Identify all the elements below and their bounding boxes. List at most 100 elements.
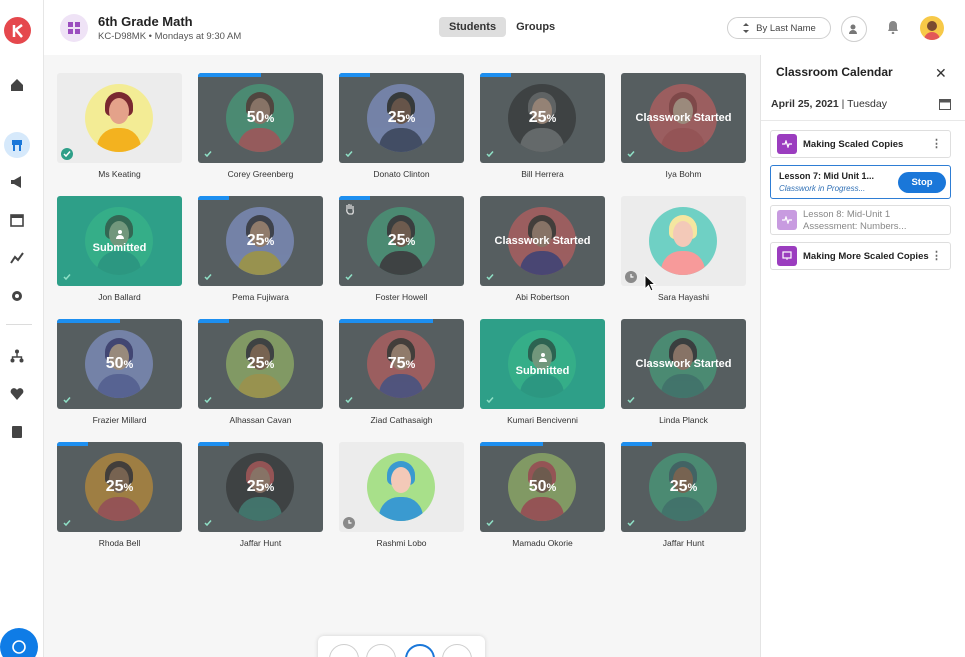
student-card[interactable]: Sara Hayashi (621, 196, 746, 302)
people-button[interactable] (442, 644, 472, 657)
student-card[interactable]: Classwork Started Abi Robertson (480, 196, 605, 302)
student-tile[interactable]: 25% (198, 319, 323, 409)
student-card[interactable]: 75% Ziad Cathasaigh (339, 319, 464, 425)
home-icon[interactable] (7, 75, 27, 95)
progress-value: 50 (105, 355, 124, 372)
student-name: Donato Clinton (373, 169, 430, 179)
megaphone-icon[interactable] (7, 172, 27, 192)
student-name: Rhoda Bell (98, 538, 141, 548)
student-card[interactable]: 50% Corey Greenberg (198, 73, 323, 179)
close-icon[interactable]: ✕ (935, 65, 947, 82)
hand-button[interactable] (366, 644, 396, 657)
heart-icon[interactable] (7, 384, 27, 404)
screen-button[interactable] (405, 644, 435, 657)
more-icon[interactable]: ⋮ (931, 249, 942, 262)
student-card[interactable]: 25% Bill Herrera (480, 73, 605, 179)
student-card[interactable]: 50% Mamadu Okorie (480, 442, 605, 548)
calendar-item[interactable]: Making Scaled Copies ⋮ (770, 130, 951, 158)
student-tile[interactable]: Submitted (480, 319, 605, 409)
student-tile[interactable]: Classwork Started (480, 196, 605, 286)
network-icon[interactable] (7, 346, 27, 366)
progress-overlay: 25% (528, 109, 557, 126)
student-tile[interactable]: Classwork Started (621, 73, 746, 163)
student-card[interactable]: Rashmi Lobo (339, 442, 464, 548)
sort-button[interactable]: By Last Name (727, 17, 831, 39)
panel-divider (761, 120, 965, 121)
student-card[interactable]: Submitted Jon Ballard (57, 196, 182, 302)
student-tile[interactable]: 25% (198, 196, 323, 286)
student-card[interactable]: Classwork Started Linda Planck (621, 319, 746, 425)
view-toggle: Students Groups (439, 17, 565, 37)
student-name: Jaffar Hunt (239, 538, 282, 548)
calendar-icon[interactable] (939, 97, 951, 115)
student-card[interactable]: 25% Pema Fujiwara (198, 196, 323, 302)
submitted-icon (538, 352, 547, 362)
tab-students[interactable]: Students (439, 17, 507, 37)
student-card[interactable]: Ms Keating (57, 73, 182, 179)
student-tile[interactable]: 50% (198, 73, 323, 163)
student-card[interactable]: 25% Alhassan Cavan (198, 319, 323, 425)
student-tile[interactable]: 25% (480, 73, 605, 163)
bottom-toolbar (318, 636, 485, 657)
progress-overlay: 25% (669, 478, 698, 495)
check-icon (61, 271, 73, 283)
student-card[interactable]: 25% Jaffar Hunt (621, 442, 746, 548)
tab-groups[interactable]: Groups (506, 17, 565, 37)
student-card[interactable]: 25% Donato Clinton (339, 73, 464, 179)
calendar-icon[interactable] (7, 210, 27, 230)
trend-icon[interactable] (7, 248, 27, 268)
app-logo[interactable] (4, 17, 31, 44)
student-name: Rashmi Lobo (376, 538, 427, 548)
book-icon[interactable] (7, 422, 27, 442)
student-tile[interactable]: 25% (339, 73, 464, 163)
student-name: Ziad Cathasaigh (370, 415, 433, 425)
stop-button[interactable]: Stop (898, 172, 946, 193)
check-icon (484, 517, 496, 529)
student-tile[interactable] (57, 73, 182, 163)
avatar[interactable] (920, 16, 944, 40)
check-icon (343, 148, 355, 160)
student-name: Alhassan Cavan (229, 415, 292, 425)
calendar-item[interactable]: Making More Scaled Copies ⋮ (770, 242, 951, 270)
presentation-icon (777, 246, 797, 266)
add-student-button[interactable] (841, 16, 867, 42)
gear-icon[interactable] (7, 286, 27, 306)
student-tile[interactable]: 50% (57, 319, 182, 409)
student-tile[interactable]: 50% (480, 442, 605, 532)
student-tile[interactable]: 25% (57, 442, 182, 532)
chat-button[interactable] (0, 628, 38, 657)
student-tile[interactable]: Submitted (57, 196, 182, 286)
progress-overlay: 25% (246, 232, 275, 249)
header: 6th Grade Math KC-D98MK • Mondays at 9:3… (44, 0, 965, 55)
student-avatar (649, 207, 717, 275)
calendar-item[interactable]: Lesson 8: Mid-Unit 1 Assessment: Numbers… (770, 205, 951, 235)
student-tile[interactable]: Classwork Started (621, 319, 746, 409)
active-lesson-item[interactable]: Lesson 7: Mid Unit 1... Classwork in Pro… (770, 165, 951, 199)
student-tile[interactable]: 25% (339, 196, 464, 286)
student-card[interactable]: Classwork Started Iya Bohm (621, 73, 746, 179)
student-card[interactable]: 25% Jaffar Hunt (198, 442, 323, 548)
student-card[interactable]: 50% Frazier Millard (57, 319, 182, 425)
student-card[interactable]: Submitted Kumari Bencivenni (480, 319, 605, 425)
mouse-cursor-icon (644, 273, 657, 297)
more-icon[interactable]: ⋮ (931, 137, 942, 150)
student-tile[interactable]: 25% (198, 442, 323, 532)
student-name: Foster Howell (375, 292, 428, 302)
bell-icon[interactable] (887, 20, 899, 39)
class-title: 6th Grade Math (98, 14, 193, 29)
student-tile[interactable]: 75% (339, 319, 464, 409)
progress-value: 25 (246, 355, 265, 372)
student-name: Kumari Bencivenni (507, 415, 578, 425)
info-button[interactable] (329, 644, 359, 657)
clock-icon (343, 517, 355, 529)
classroom-icon[interactable] (4, 132, 30, 158)
check-icon (625, 517, 637, 529)
student-tile[interactable] (339, 442, 464, 532)
student-card[interactable]: 25% Foster Howell (339, 196, 464, 302)
student-tile[interactable]: 25% (621, 442, 746, 532)
status-overlay: Classwork Started (621, 73, 746, 163)
student-card[interactable]: 25% Rhoda Bell (57, 442, 182, 548)
submitted-overlay: Submitted (480, 319, 605, 409)
student-tile[interactable] (621, 196, 746, 286)
calendar-date: April 25, 2021 | Tuesday (771, 98, 887, 110)
